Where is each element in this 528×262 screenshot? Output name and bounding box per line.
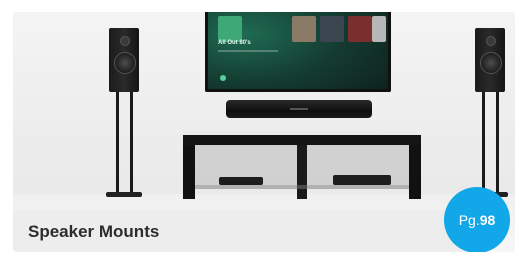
album-art <box>348 16 372 42</box>
right-speaker-icon <box>475 28 505 92</box>
soundbar-icon <box>226 100 372 118</box>
stand-pole <box>496 92 499 194</box>
stand-leg <box>183 145 195 199</box>
stand-pole <box>130 92 133 194</box>
tv-subtitle-line <box>218 50 278 52</box>
tv-playlist-title: All Out 80's <box>218 40 251 46</box>
left-speaker-icon <box>109 28 139 92</box>
stand-leg <box>409 145 421 199</box>
album-art <box>372 16 386 42</box>
stand-pole <box>116 92 119 194</box>
album-art <box>292 16 316 42</box>
glass-shelf <box>195 185 409 189</box>
card-title[interactable]: Speaker Mounts <box>28 222 159 242</box>
play-indicator-icon <box>220 75 226 81</box>
stand-base <box>106 192 142 197</box>
speaker-mounts-card[interactable]: All Out 80's Speaker Mounts Pg. 98 <box>13 12 515 252</box>
page-number: 98 <box>479 212 496 228</box>
album-art <box>320 16 344 42</box>
media-device <box>333 175 391 185</box>
tv-icon: All Out 80's <box>205 12 391 92</box>
woofer <box>114 52 136 74</box>
tweeter <box>120 36 130 46</box>
stand-top <box>183 135 421 145</box>
caption-bar: Speaker Mounts <box>13 210 473 252</box>
stand-pole <box>482 92 485 194</box>
stand-divider <box>297 145 307 199</box>
page-badge[interactable]: Pg. 98 <box>444 187 510 252</box>
album-art <box>218 16 242 42</box>
tv-stand <box>183 135 421 199</box>
tv-screen: All Out 80's <box>208 12 388 89</box>
tweeter <box>486 36 496 46</box>
page-prefix: Pg. <box>458 212 480 228</box>
media-device <box>219 177 263 185</box>
woofer <box>480 52 502 74</box>
